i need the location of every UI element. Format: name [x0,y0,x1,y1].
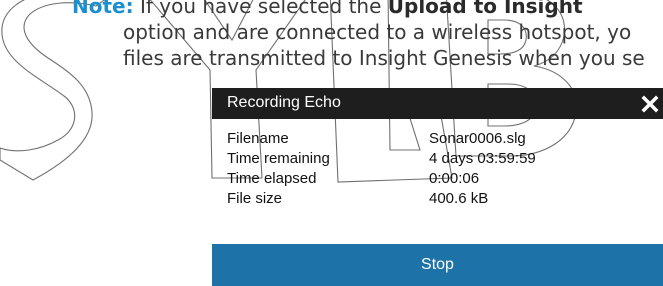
recording-echo-dialog: Recording Echo Filename Sonar0006.slg Ti… [212,88,663,286]
paragraph-line-3: files are transmitted to Insight Genesis… [123,46,645,70]
file-size-value: 400.6 kB [429,190,489,207]
info-row-time-elapsed: Time elapsed 0:00:06 [212,170,663,190]
info-row-file-size: File size 400.6 kB [212,190,663,210]
dialog-header: Recording Echo [212,88,663,119]
file-size-label: File size [227,190,283,207]
dialog-title: Recording Echo [227,94,341,111]
note-text: If you have selected the [133,0,388,18]
stop-button[interactable]: Stop [212,244,663,286]
filename-label: Filename [227,130,289,147]
time-remaining-value: 4 days 03:59:59 [429,150,536,167]
info-row-filename: Filename Sonar0006.slg [212,130,663,150]
time-elapsed-value: 0:00:06 [429,170,480,187]
time-elapsed-label: Time elapsed [227,170,317,187]
time-remaining-label: Time remaining [227,150,330,167]
paragraph-line-2: option and are connected to a wireless h… [123,20,632,44]
upload-to-insight-bold: Upload to Insight [387,0,583,18]
filename-value: Sonar0006.slg [429,130,526,147]
close-icon [641,95,659,113]
paragraph-line-1: Note: If you have selected the Upload to… [72,0,583,19]
note-label: Note: [72,0,134,18]
info-row-time-remaining: Time remaining 4 days 03:59:59 [212,150,663,170]
close-button[interactable] [637,91,663,117]
